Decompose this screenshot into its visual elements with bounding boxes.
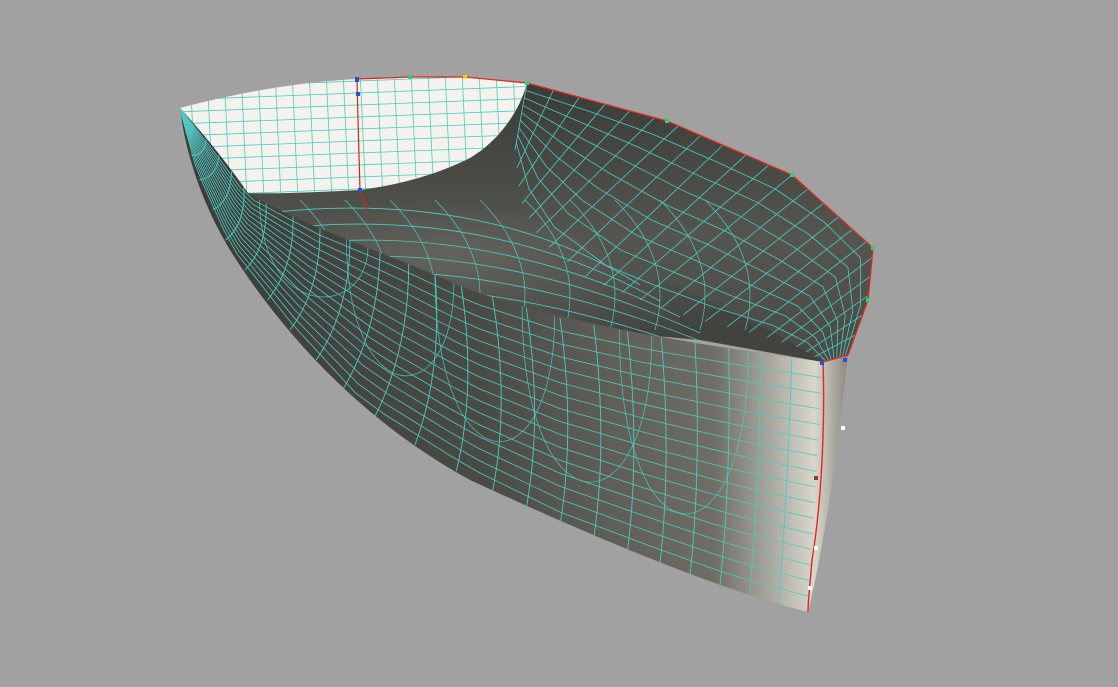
sheer-control-point[interactable] bbox=[843, 358, 847, 362]
stem-control-point[interactable] bbox=[841, 426, 845, 430]
transom-control-point[interactable] bbox=[356, 92, 360, 96]
sheer-control-point[interactable] bbox=[463, 75, 467, 79]
sheer-control-point[interactable] bbox=[871, 246, 875, 250]
sheer-control-point[interactable] bbox=[790, 173, 794, 177]
3d-viewport[interactable] bbox=[0, 0, 1118, 687]
stem-control-point[interactable] bbox=[808, 586, 812, 590]
boat-hull-model[interactable] bbox=[0, 0, 1118, 687]
sheer-control-point[interactable] bbox=[866, 298, 870, 302]
sheer-control-point[interactable] bbox=[665, 119, 669, 123]
stem-top-control-point[interactable] bbox=[820, 361, 824, 365]
transom-control-point[interactable] bbox=[355, 78, 359, 82]
transom-control-point[interactable] bbox=[358, 188, 362, 192]
stem-control-point[interactable] bbox=[814, 476, 818, 480]
sheer-control-point[interactable] bbox=[525, 81, 529, 85]
sheer-control-point[interactable] bbox=[408, 75, 412, 79]
stem-control-point[interactable] bbox=[814, 546, 818, 550]
